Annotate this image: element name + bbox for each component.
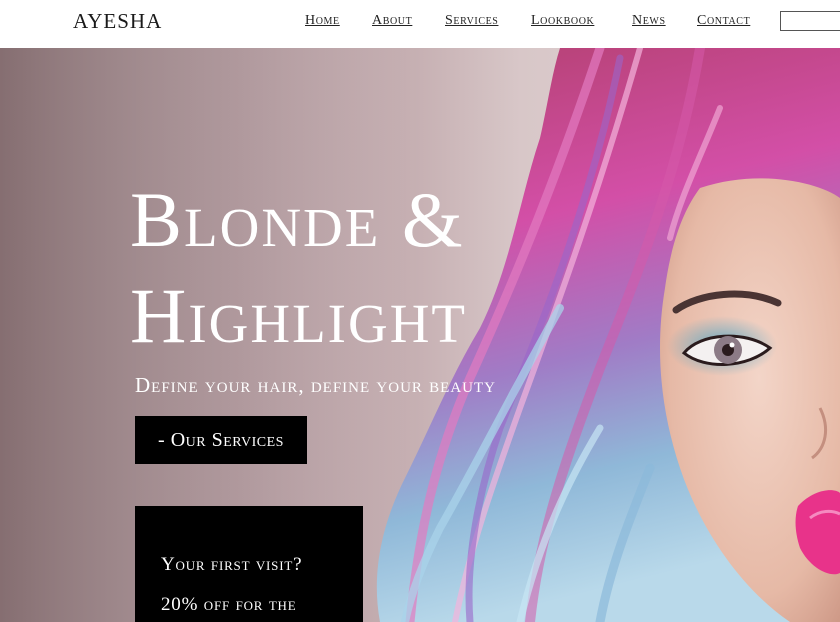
promo-text-line-1: Your first visit? — [161, 554, 303, 575]
nav-news-link[interactable]: News — [632, 13, 666, 29]
eye-highlight-shape — [729, 342, 735, 348]
nav-contact-link[interactable]: Contact — [697, 13, 750, 29]
headline-line-1: Blonde & — [130, 176, 465, 263]
promo-text-line-2: 20% off for the — [161, 594, 297, 615]
hero-tagline: Define your hair, define your beauty — [135, 373, 496, 397]
nav-about-link[interactable]: About — [372, 13, 412, 29]
nav-home-link[interactable]: Home — [305, 13, 340, 29]
hero-headline: Blonde & Highlight — [130, 172, 467, 364]
search-input[interactable] — [780, 11, 840, 31]
site-header: AYESHA Home About Services Lookbook News… — [0, 0, 840, 48]
site-logo[interactable]: AYESHA — [73, 9, 162, 34]
nav-lookbook-link[interactable]: Lookbook — [531, 13, 594, 29]
hero-section: Blonde & Highlight Define your hair, def… — [0, 48, 840, 622]
promo-box: Your first visit? 20% off for the — [135, 506, 363, 622]
nav-services-link[interactable]: Services — [445, 13, 498, 29]
our-services-button[interactable]: - Our Services — [135, 416, 307, 464]
headline-line-2: Highlight — [130, 272, 468, 359]
